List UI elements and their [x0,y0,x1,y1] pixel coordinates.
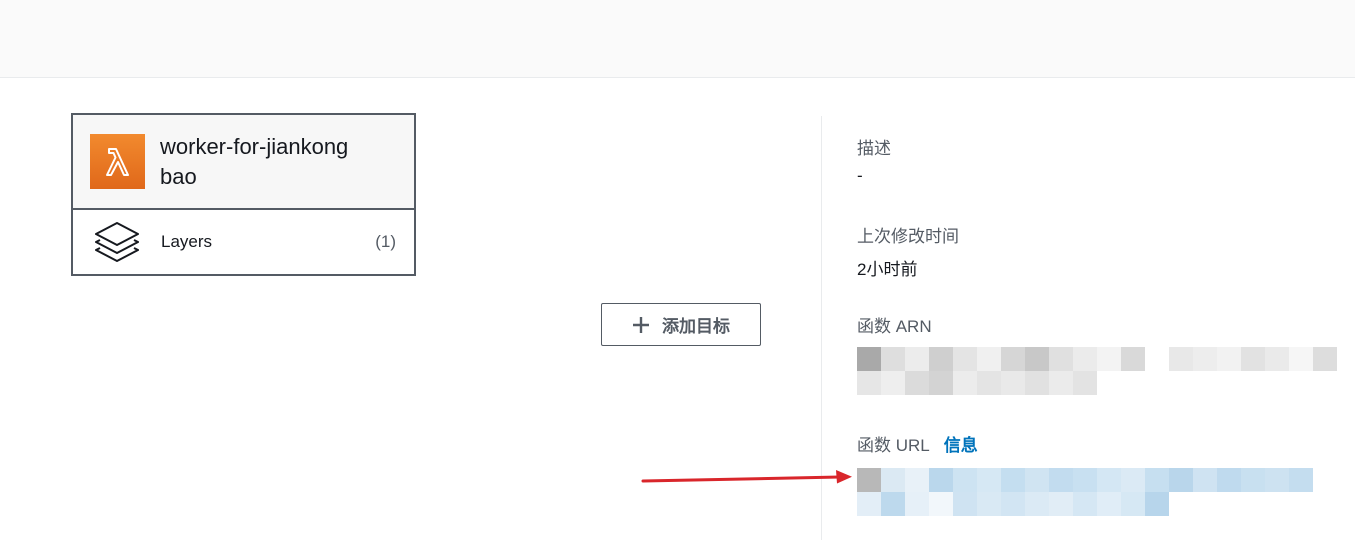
description-label: 描述 [857,139,891,158]
plus-icon [632,316,650,334]
description-value: - [857,166,863,185]
url-info-link[interactable]: 信息 [944,436,978,455]
layers-row[interactable]: Layers (1) [73,210,414,274]
layers-label: Layers [161,232,213,251]
layers-icon [92,219,142,265]
add-target-button[interactable]: 添加目标 [601,303,761,346]
function-header[interactable]: worker-for-jiankongbao [73,115,414,210]
last-modified-value: 2小时前 [857,260,918,279]
function-card[interactable]: worker-for-jiankongbao Layers (1) [71,113,416,276]
last-modified-label: 上次修改时间 [857,227,959,246]
function-details: 描述 - 上次修改时间 2小时前 函数 ARN 函数 URL 信息 [857,0,1355,540]
function-name: worker-for-jiankongbao [160,133,349,189]
layers-count: (1) [375,232,396,251]
url-label-row: 函数 URL 信息 [857,431,978,456]
url-value-redacted-line2[interactable] [857,492,1169,516]
arn-value-redacted [857,347,1337,371]
add-target-label: 添加目标 [662,317,730,336]
url-value-redacted[interactable] [857,468,1313,492]
red-arrow-annotation [641,470,852,484]
arn-label: 函数 ARN [857,317,932,336]
lambda-icon [90,134,145,189]
url-label: 函数 URL [857,436,930,455]
arn-value-redacted-line2 [857,371,1097,395]
